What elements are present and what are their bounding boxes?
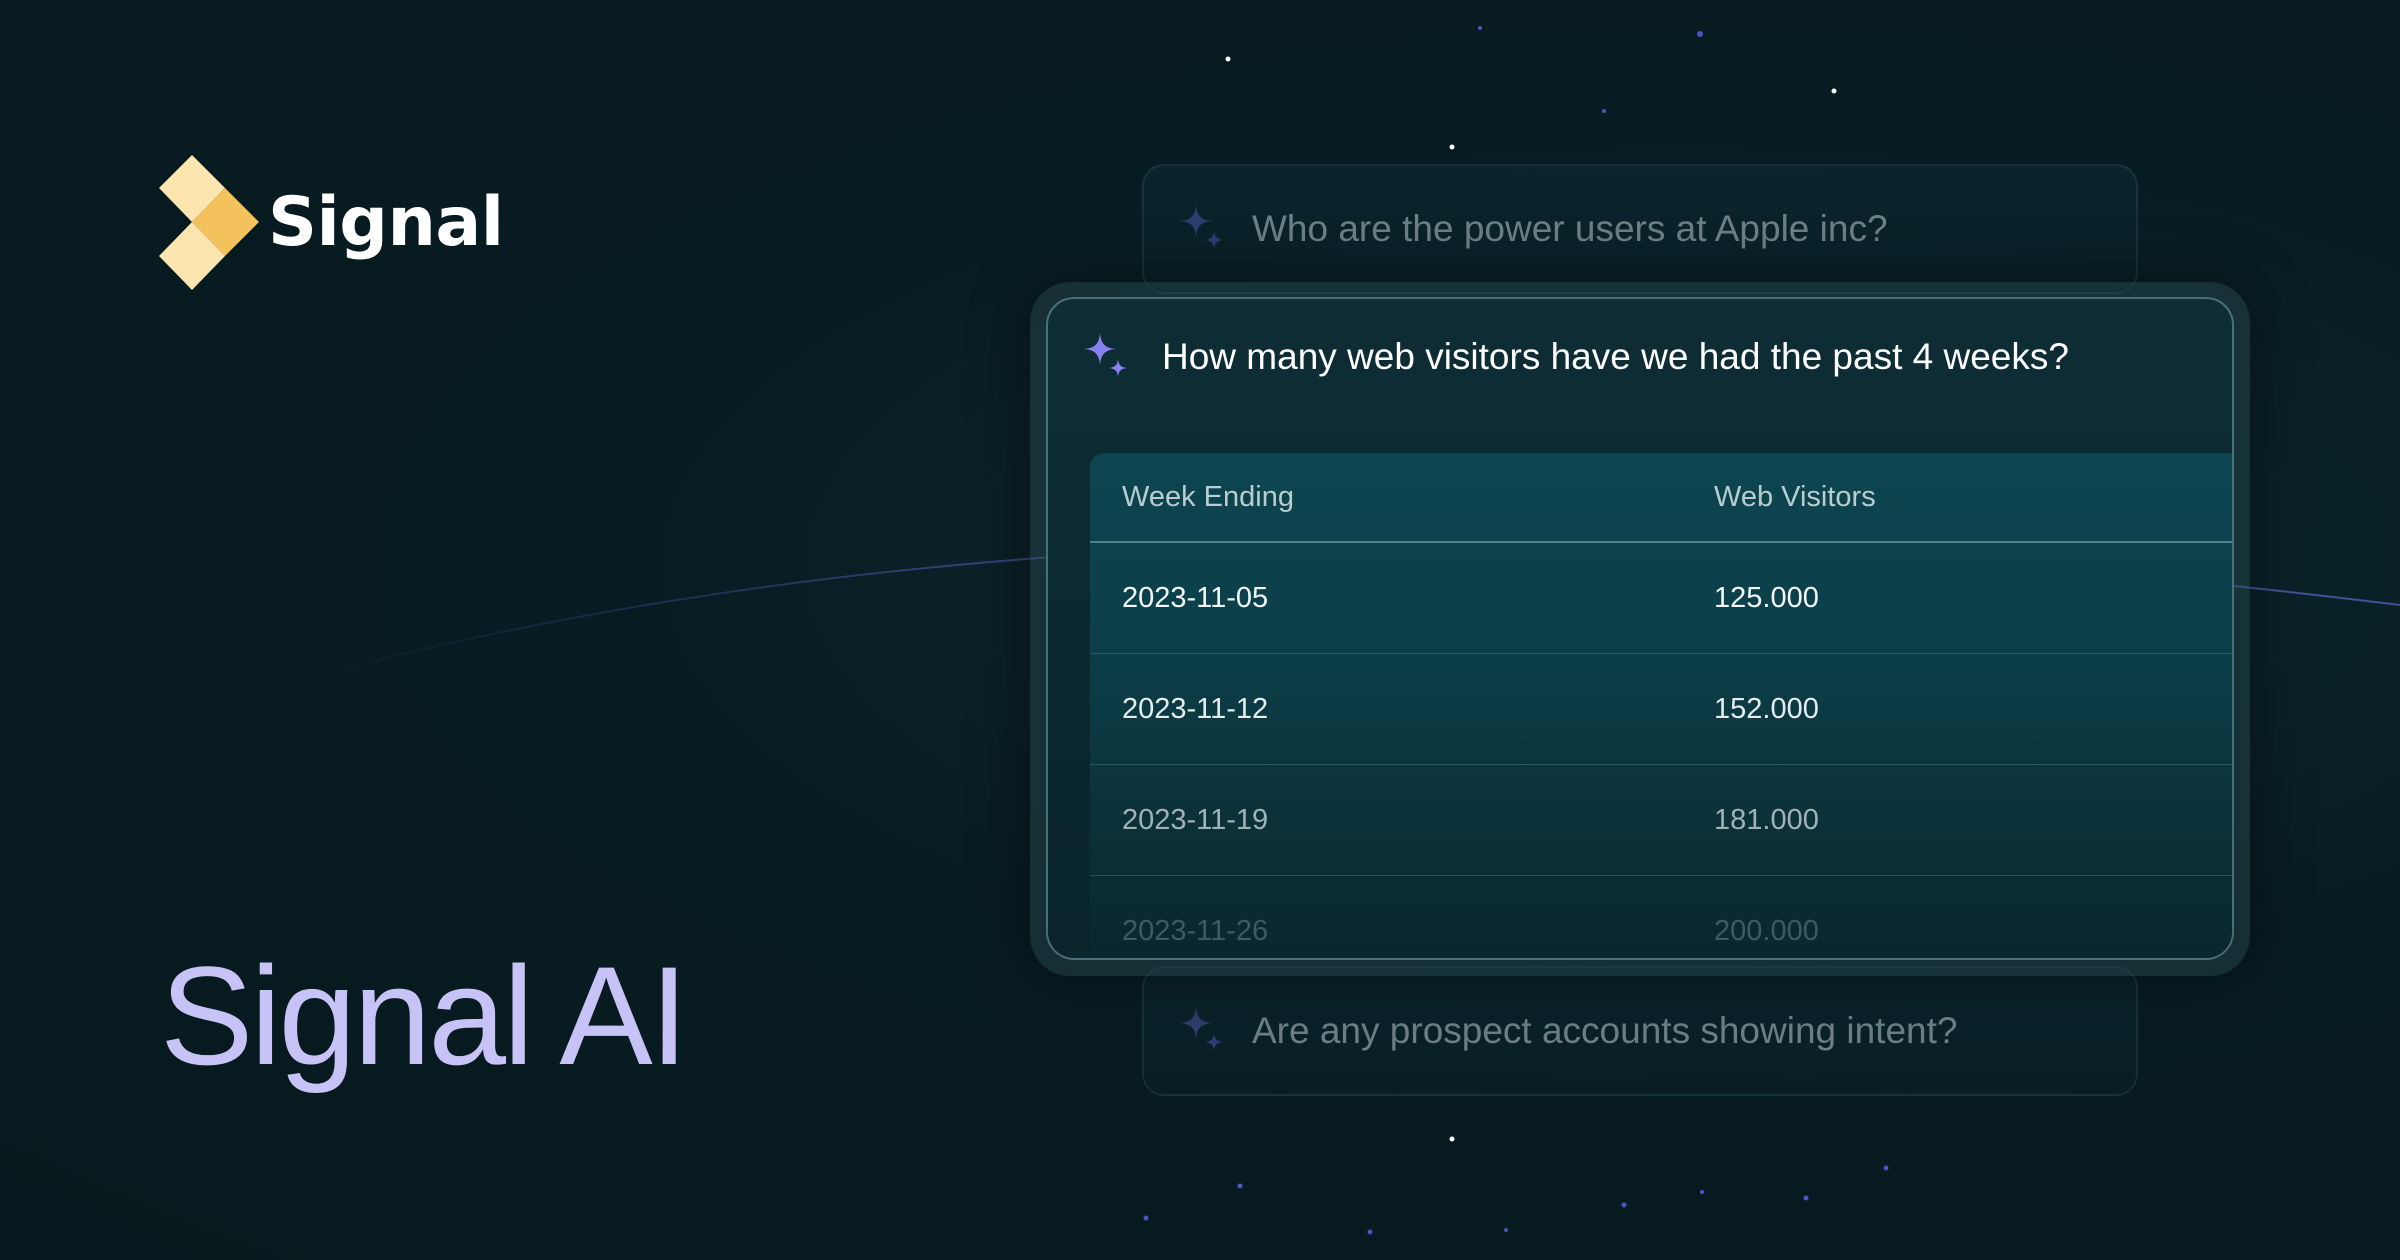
sparkle-icon [1084, 333, 1127, 377]
web-visitors-cell: 152.000 [1714, 692, 1819, 725]
brand-logo: Signal [158, 155, 504, 290]
column-header-week-ending: Week Ending [1122, 480, 1294, 513]
table-row: 2023-11-19 181.000 [1090, 765, 2232, 876]
week-ending-cell: 2023-11-05 [1122, 581, 1269, 614]
ghost-question-card-top: Who are the power users at Apple inc? [1142, 164, 2138, 294]
web-visitors-cell: 125.000 [1714, 581, 1819, 614]
sparkle-icon [1180, 205, 1223, 249]
sparkle-icon [1180, 1007, 1223, 1051]
week-ending-cell: 2023-11-19 [1122, 803, 1269, 836]
table-row: 2023-11-05 125.000 [1090, 543, 2232, 654]
brand-name: Signal [268, 183, 504, 262]
column-header-web-visitors: Web Visitors [1714, 480, 1876, 513]
card-header: How many web visitors have we had the pa… [1080, 331, 2069, 383]
table-row: 2023-11-12 152.000 [1090, 654, 2232, 765]
card-question: How many web visitors have we had the pa… [1162, 336, 2069, 377]
table-header: Week Ending Web Visitors [1090, 453, 2232, 543]
main-question-card: How many web visitors have we had the pa… [1046, 297, 2234, 960]
ghost-question-card-bottom: Are any prospect accounts showing intent… [1142, 966, 2138, 1096]
web-visitors-cell: 181.000 [1714, 803, 1819, 836]
week-ending-cell: 2023-11-12 [1122, 692, 1269, 725]
week-ending-cell: 2023-11-26 [1122, 914, 1269, 947]
hero-title: Signal AI [160, 937, 689, 1094]
ghost-question-bottom: Are any prospect accounts showing intent… [1252, 1010, 1958, 1051]
ghost-question-top: Who are the power users at Apple inc? [1252, 208, 1888, 249]
web-visitors-cell: 200.000 [1714, 914, 1819, 947]
results-table: Week Ending Web Visitors 2023-11-05 125.… [1090, 453, 2232, 958]
signal-logo-icon [159, 155, 259, 290]
table-row: 2023-11-26 200.000 [1090, 876, 2232, 958]
